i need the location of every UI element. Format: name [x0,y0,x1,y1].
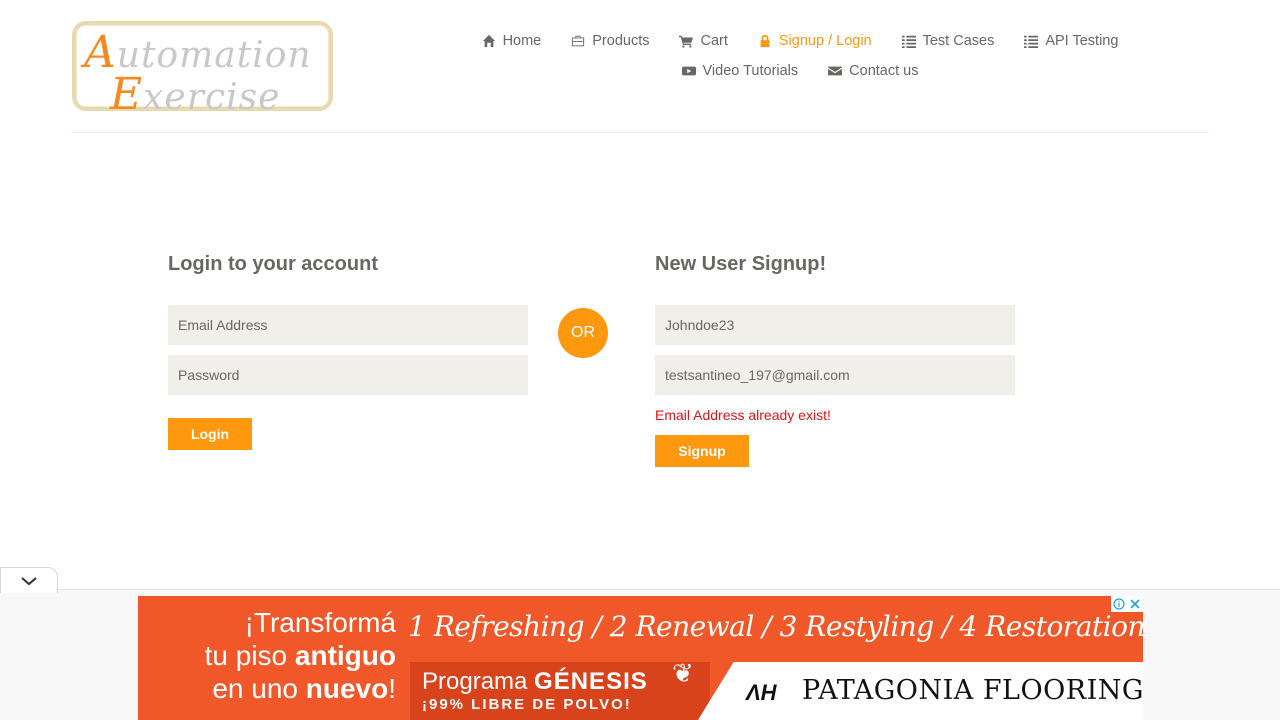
login-password-input[interactable] [168,355,528,395]
main-nav: Home Products Cart Signup / Login Test C… [460,26,1140,86]
signup-title: New User Signup! [655,253,827,275]
ad-close-icon[interactable] [1127,596,1143,612]
nav-video-tutorials-label: Video Tutorials [702,63,799,79]
ad-program-title: Programa GÉNESIS [422,668,648,695]
ad-brand-name: PATAGONIA FLOORING [802,675,1143,706]
nav-test-cases[interactable]: Test Cases [901,33,995,49]
signup-button[interactable]: Signup [655,435,749,467]
youtube-icon [681,66,696,76]
envelope-icon [828,66,843,76]
nav-contact-us-label: Contact us [849,63,919,79]
nav-cart[interactable]: Cart [679,33,728,49]
ad-info-icon[interactable] [1111,596,1127,612]
nav-signup-login[interactable]: Signup / Login [758,33,872,49]
ad-brand: ΛH PATAGONIA FLOORING [698,662,1143,720]
ad-headline-line1: ¡Transformá [244,607,396,638]
nav-home[interactable]: Home [482,33,542,49]
nav-test-cases-label: Test Cases [922,33,995,49]
cart-icon [679,35,694,48]
signup-name-input[interactable] [655,305,1015,345]
or-separator: OR [558,308,608,358]
ad-banner[interactable]: ¡Transformá tu piso antiguo en uno nuevo… [138,596,1143,720]
ad-headline: ¡Transformá tu piso antiguo en uno nuevo… [156,606,396,705]
chevron-down-icon [21,576,37,585]
butterfly-icon: ❦ [672,658,694,688]
list-icon [1024,35,1039,48]
nav-products-label: Products [592,33,650,49]
lock-icon [760,34,770,48]
login-button[interactable]: Login [168,418,252,450]
home-icon [482,34,495,48]
brand-mark-icon: ΛH [746,680,777,705]
ad-program-sub: ¡99% LIBRE DE POLVO! [422,696,632,713]
nav-video-tutorials[interactable]: Video Tutorials [681,63,799,79]
ad-collapse-tab[interactable] [0,567,58,593]
ad-program: Programa GÉNESIS ¡99% LIBRE DE POLVO! [410,662,710,720]
nav-row-1: Home Products Cart Signup / Login Test C… [460,26,1140,56]
ad-steps: 1 Refreshing / 2 Renewal / 3 Restyling /… [408,610,1143,643]
nav-cart-label: Cart [700,33,728,49]
logo-line-exercise: Exercise [110,69,281,120]
nav-signup-login-label: Signup / Login [778,33,872,49]
signup-error-message: Email Address already exist! [655,407,831,423]
header-divider [71,132,1209,133]
signup-email-input[interactable] [655,355,1015,395]
briefcase-icon [572,35,585,47]
nav-row-2: Video Tutorials Contact us [460,56,1140,86]
ad-headline-line3: en uno nuevo! [212,673,396,704]
nav-contact-us[interactable]: Contact us [828,63,918,79]
list-icon [901,35,916,48]
nav-api-testing[interactable]: API Testing [1024,33,1118,49]
nav-products[interactable]: Products [571,33,649,49]
nav-home-label: Home [502,33,542,49]
ad-headline-line2: tu piso antiguo [204,640,396,671]
login-email-input[interactable] [168,305,528,345]
login-title: Login to your account [168,253,378,275]
site-logo[interactable]: Automation Exercise [72,21,333,120]
nav-api-testing-label: API Testing [1045,33,1119,49]
